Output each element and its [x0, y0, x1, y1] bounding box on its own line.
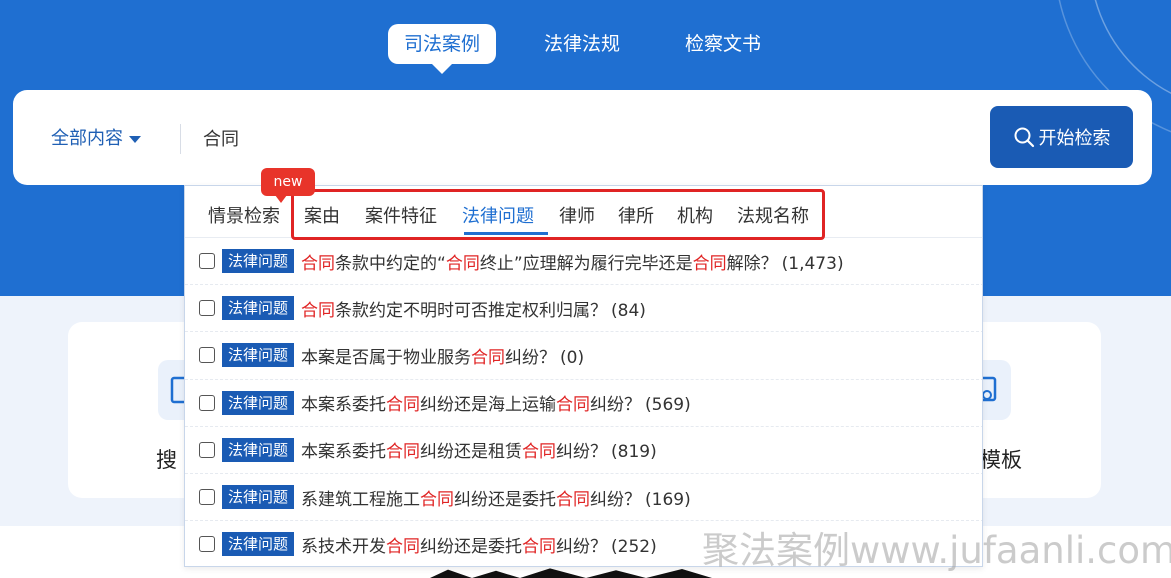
suggestion-item[interactable]: 法律问题 本案系委托合同纠纷还是海上运输合同纠纷？ (569): [185, 380, 982, 427]
search-bar: 全部内容 开始检索: [13, 90, 1152, 185]
divider: [180, 124, 181, 154]
keyword-highlight: 合同: [386, 395, 421, 416]
category-scenario-search[interactable]: 情景检索: [208, 202, 280, 228]
text-segment: 纠纷？: [556, 536, 608, 557]
text-segment: 纠纷还是租赁: [420, 442, 523, 463]
text-segment: 系建筑工程施工: [301, 489, 421, 510]
suggestion-item[interactable]: 法律问题 合同条款中约定的“合同终止”应理解为履行完毕还是合同解除？ (1,473): [185, 238, 982, 286]
suggestion-text[interactable]: 系建筑工程施工合同纠纷还是委托合同纠纷？ (169): [301, 485, 691, 510]
suggestion-text[interactable]: 合同条款中约定的“合同终止”应理解为履行完毕还是合同解除？ (1,473): [301, 249, 844, 274]
search-input[interactable]: [203, 120, 963, 156]
keyword-highlight: 合同: [301, 300, 336, 321]
search-icon: [1014, 127, 1034, 148]
result-count: (84): [611, 300, 646, 321]
category-case-features[interactable]: 案件特征: [365, 202, 437, 228]
category-legal-issues[interactable]: 法律问题: [462, 202, 534, 228]
issue-type-tag: 法律问题: [222, 296, 295, 321]
text-segment: 纠纷？: [556, 442, 608, 463]
text-segment: 条款中约定的“: [335, 253, 446, 274]
suggestion-dropdown: 情景检索 案由 案件特征 法律问题 律师 律所 机构 法规名称 法律问题 合同条款…: [184, 185, 983, 567]
text-segment: 系技术开发: [301, 536, 387, 557]
text-segment: 解除？: [726, 253, 778, 274]
keyword-highlight: 合同: [386, 442, 421, 463]
suggestion-text[interactable]: 本案系委托合同纠纷还是租赁合同纠纷？ (819): [301, 437, 657, 462]
scope-dropdown[interactable]: 全部内容: [51, 124, 141, 150]
keyword-highlight: 合同: [471, 347, 506, 368]
tab-procuratorial-documents[interactable]: 检察文书: [685, 24, 761, 64]
result-count: (569): [645, 395, 691, 416]
new-badge: new: [261, 168, 315, 203]
text-segment: 本案系委托: [301, 395, 387, 416]
result-count: (0): [560, 347, 585, 368]
text-segment: 本案是否属于物业服务: [301, 347, 472, 368]
keyword-highlight: 合同: [301, 253, 336, 274]
feature-label-left[interactable]: 搜: [156, 444, 177, 474]
suggestion-text[interactable]: 系技术开发合同纠纷还是委托合同纠纷？ (252): [301, 532, 657, 557]
suggestion-text[interactable]: 合同条款约定不明时可否推定权利归属？ (84): [301, 296, 646, 321]
keyword-highlight: 合同: [556, 395, 591, 416]
result-count: (169): [645, 489, 691, 510]
keyword-highlight: 合同: [556, 489, 591, 510]
checkbox[interactable]: [199, 347, 215, 364]
keyword-highlight: 合同: [522, 442, 557, 463]
checkbox[interactable]: [199, 300, 215, 317]
category-law-firm[interactable]: 律所: [618, 202, 654, 228]
suggestion-item[interactable]: 法律问题 本案是否属于物业服务合同纠纷？ (0): [185, 332, 982, 380]
issue-type-tag: 法律问题: [222, 343, 295, 368]
category-institution[interactable]: 机构: [677, 202, 713, 228]
text-segment: 终止”应理解为履行完毕还是: [479, 253, 693, 274]
checkbox[interactable]: [199, 253, 215, 270]
text-segment: 纠纷？: [590, 489, 642, 510]
watermark: 聚法案例www.jufaanli.com: [702, 529, 1171, 572]
issue-type-tag: 法律问题: [222, 437, 295, 462]
text-segment: 条款约定不明时可否推定权利归属？: [335, 300, 608, 321]
text-segment: 纠纷还是委托: [454, 489, 557, 510]
text-segment: 纠纷还是委托: [420, 536, 523, 557]
caret-down-icon: [129, 135, 141, 143]
text-segment: 纠纷还是海上运输: [420, 395, 557, 416]
suggestion-item[interactable]: 法律问题 合同条款约定不明时可否推定权利归属？ (84): [185, 285, 982, 333]
suggestion-list: 法律问题 合同条款中约定的“合同终止”应理解为履行完毕还是合同解除？ (1,473)…: [185, 238, 982, 566]
search-button[interactable]: 开始检索: [990, 106, 1133, 168]
search-button-label: 开始检索: [1038, 128, 1111, 149]
active-tab-underline: [464, 232, 548, 235]
suggestion-item[interactable]: 法律问题 本案系委托合同纠纷还是租赁合同纠纷？ (819): [185, 427, 982, 474]
category-lawyer[interactable]: 律师: [559, 202, 595, 228]
issue-type-tag: 法律问题: [222, 390, 295, 415]
keyword-highlight: 合同: [420, 489, 455, 510]
checkbox[interactable]: [199, 536, 215, 553]
keyword-highlight: 合同: [692, 253, 727, 274]
text-segment: 本案系委托: [301, 442, 387, 463]
result-count: (819): [611, 442, 657, 463]
issue-type-tag: 法律问题: [222, 485, 295, 510]
text-segment: 纠纷？: [590, 395, 642, 416]
checkbox[interactable]: [199, 441, 215, 458]
feature-label-right[interactable]: 模板: [980, 444, 1022, 474]
result-count: (252): [611, 536, 657, 557]
keyword-highlight: 合同: [386, 536, 421, 557]
category-cause-of-action[interactable]: 案由: [304, 202, 340, 228]
text-segment: 纠纷？: [505, 347, 557, 368]
keyword-highlight: 合同: [522, 536, 557, 557]
tab-laws-regulations[interactable]: 法律法规: [544, 24, 620, 64]
suggestion-text[interactable]: 本案是否属于物业服务合同纠纷？ (0): [301, 343, 584, 368]
tab-judicial-cases[interactable]: 司法案例: [388, 24, 497, 74]
suggestion-text[interactable]: 本案系委托合同纠纷还是海上运输合同纠纷？ (569): [301, 390, 691, 415]
category-regulation-name[interactable]: 法规名称: [737, 202, 809, 228]
scope-label: 全部内容: [51, 128, 123, 149]
issue-type-tag: 法律问题: [222, 249, 295, 274]
issue-type-tag: 法律问题: [222, 532, 295, 557]
checkbox[interactable]: [199, 394, 215, 411]
keyword-highlight: 合同: [445, 253, 480, 274]
result-count: (1,473): [781, 253, 844, 274]
checkbox[interactable]: [199, 489, 215, 506]
suggestion-item[interactable]: 法律问题 系建筑工程施工合同纠纷还是委托合同纠纷？ (169): [185, 474, 982, 522]
